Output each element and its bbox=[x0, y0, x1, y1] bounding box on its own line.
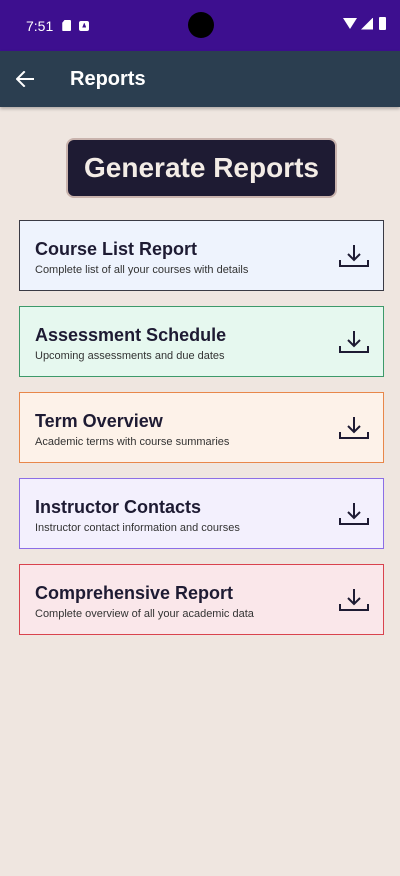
report-title: Assessment Schedule bbox=[35, 325, 227, 345]
generate-reports-button[interactable]: Generate Reports bbox=[66, 138, 337, 198]
report-description: Academic terms with course summaries bbox=[35, 436, 230, 448]
notification-icon bbox=[79, 20, 90, 31]
report-title: Term Overview bbox=[35, 411, 163, 431]
download-icon[interactable] bbox=[338, 587, 370, 613]
download-icon[interactable] bbox=[338, 415, 370, 441]
sd-card-icon bbox=[62, 20, 72, 31]
comprehensive-report-card[interactable]: Comprehensive Report Complete overview of… bbox=[19, 564, 384, 635]
report-description: Complete list of all your courses with d… bbox=[35, 264, 249, 276]
download-icon[interactable] bbox=[338, 501, 370, 527]
status-time: 7:51 bbox=[26, 17, 54, 34]
instructor-contacts-report-card[interactable]: Instructor Contacts Instructor contact in… bbox=[19, 478, 384, 549]
battery-icon bbox=[379, 17, 386, 30]
assessment-schedule-report-card[interactable]: Assessment Schedule Upcoming assessments … bbox=[19, 306, 384, 377]
status-left-icons bbox=[62, 20, 90, 31]
signal-icon bbox=[361, 17, 373, 30]
arrow-left-icon bbox=[16, 71, 34, 87]
page-title: Reports bbox=[70, 67, 146, 90]
report-description: Upcoming assessments and due dates bbox=[35, 350, 225, 362]
term-overview-report-card[interactable]: Term Overview Academic terms with course … bbox=[19, 392, 384, 463]
report-title: Comprehensive Report bbox=[35, 583, 234, 603]
camera-cutout bbox=[188, 12, 214, 38]
report-title: Course List Report bbox=[35, 239, 198, 259]
download-icon[interactable] bbox=[338, 243, 370, 269]
report-title: Instructor Contacts bbox=[35, 497, 202, 517]
back-button[interactable] bbox=[0, 51, 50, 107]
app-bar: Reports bbox=[0, 51, 400, 107]
wifi-icon bbox=[343, 18, 357, 29]
course-list-report-card[interactable]: Course List Report Complete list of all y… bbox=[19, 220, 384, 291]
report-description: Complete overview of all your academic d… bbox=[35, 608, 254, 620]
status-right-icons bbox=[343, 17, 386, 30]
download-icon[interactable] bbox=[338, 329, 370, 355]
status-bar: 7:51 bbox=[0, 0, 400, 51]
report-description: Instructor contact information and cours… bbox=[35, 522, 240, 534]
